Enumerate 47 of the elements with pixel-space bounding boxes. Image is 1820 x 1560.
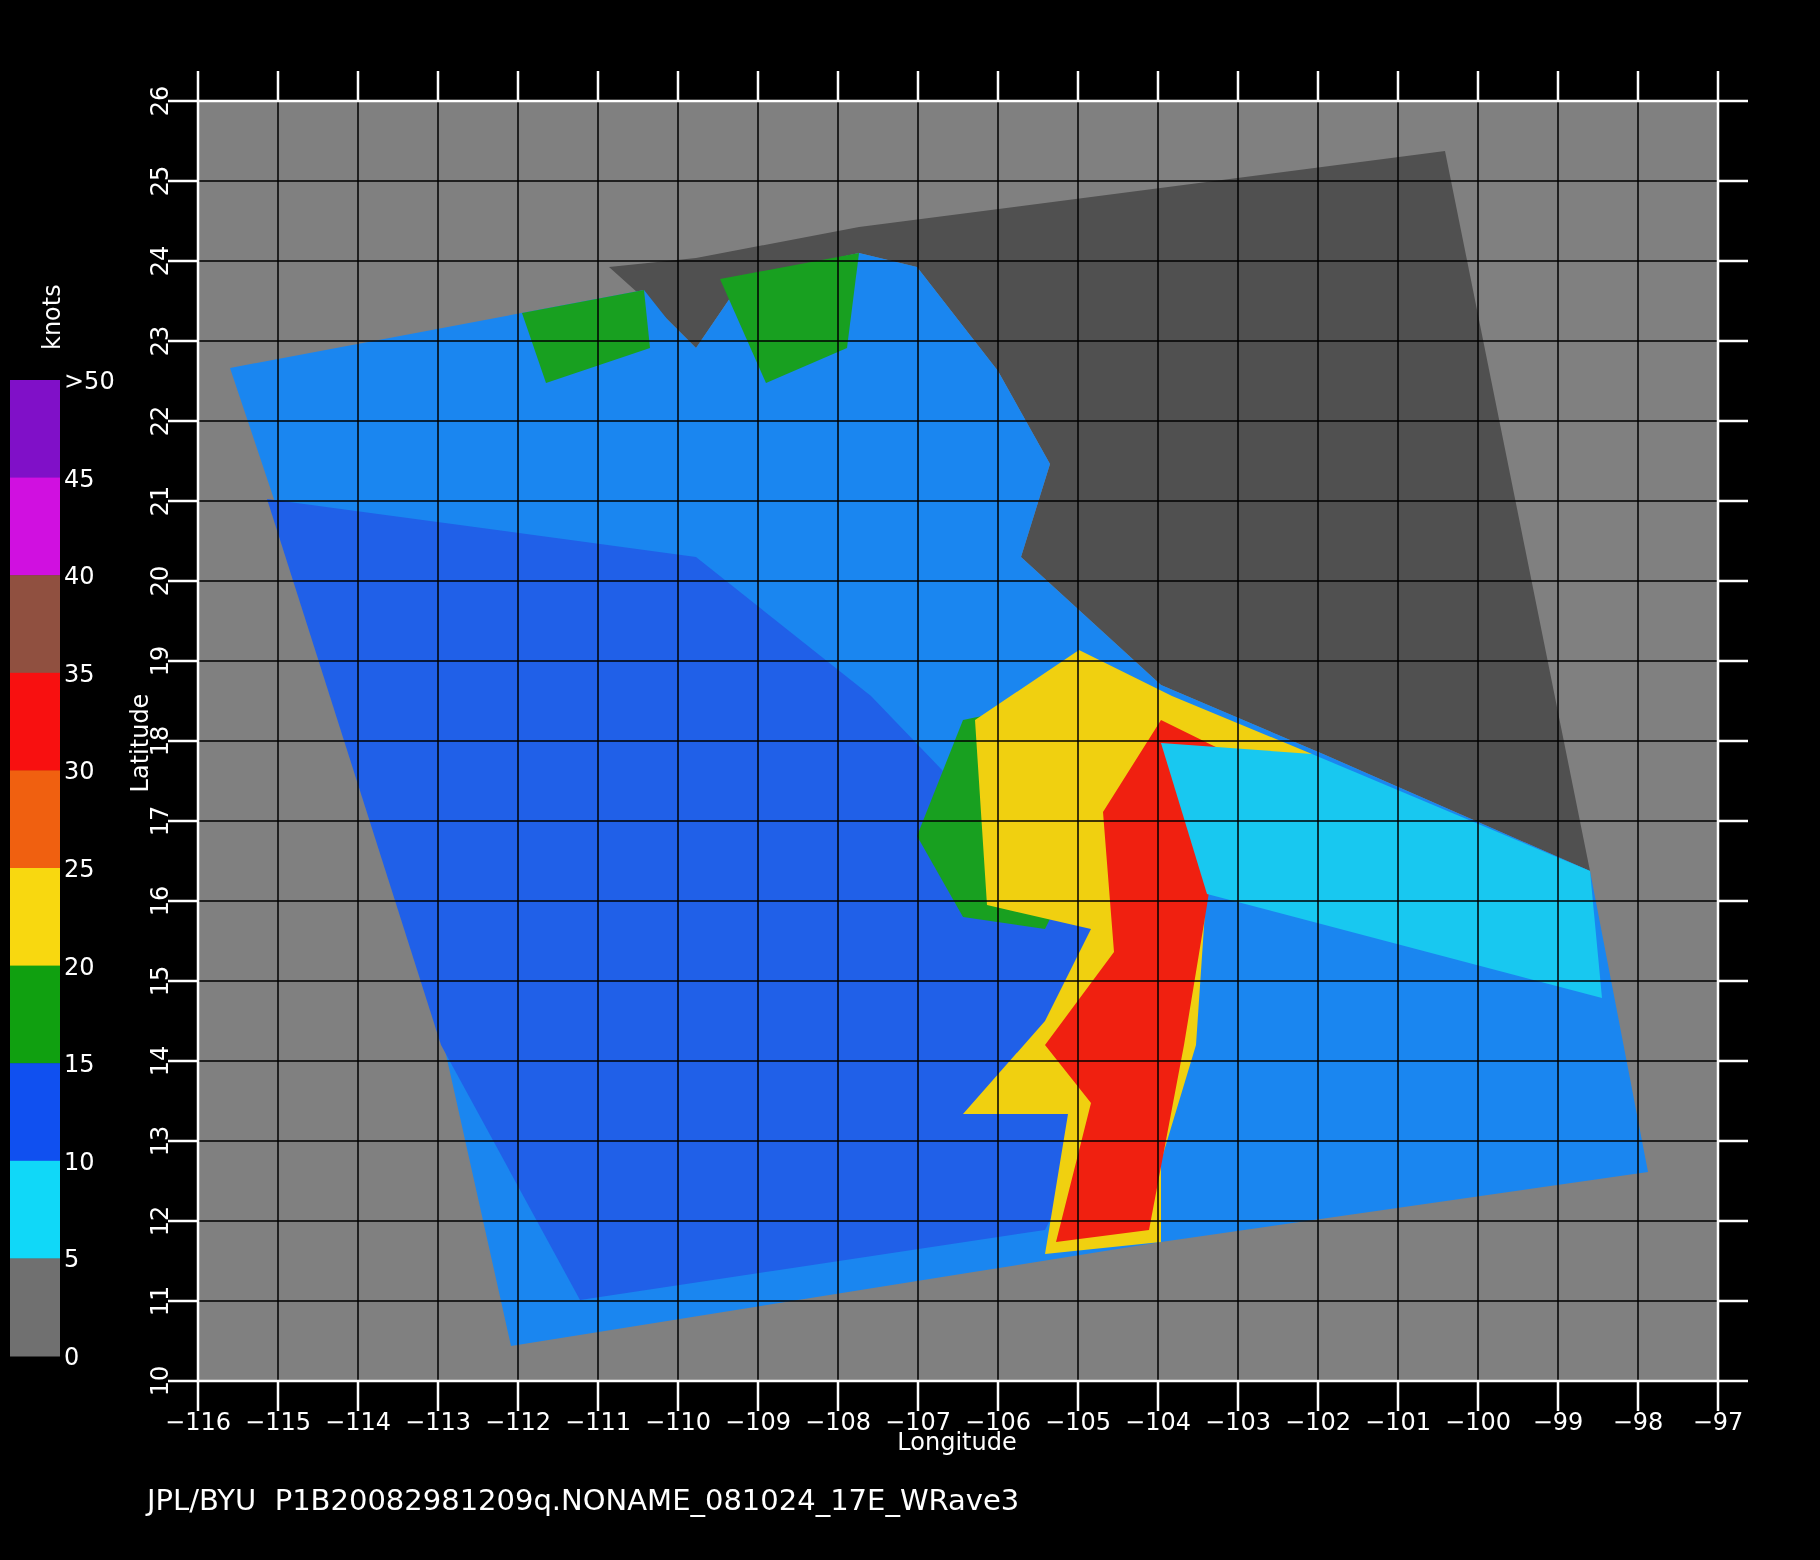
longitude-tick-label: −109 xyxy=(725,1408,791,1436)
latitude-tick-label: 16 xyxy=(146,885,174,917)
longitude-tick-label: −105 xyxy=(1045,1408,1111,1436)
latitude-tick-label: 19 xyxy=(146,645,174,677)
longitude-tick-label: −97 xyxy=(1692,1408,1744,1436)
scale-label: 25 xyxy=(64,855,95,883)
latitude-tick-label: 17 xyxy=(146,805,174,837)
latitude-tick-label: 26 xyxy=(146,85,174,117)
latitude-tick-label: 20 xyxy=(146,565,174,597)
scale-label: 5 xyxy=(64,1245,80,1274)
longitude-tick-label: −111 xyxy=(565,1408,631,1436)
longitude-tick-label: −98 xyxy=(1612,1408,1664,1436)
scale-label: 0 xyxy=(64,1343,80,1371)
latitude-tick-label: 21 xyxy=(146,485,174,517)
scale-label: 10 xyxy=(64,1147,95,1176)
latitude-tick-label: 22 xyxy=(146,405,174,437)
longitude-tick-label: −99 xyxy=(1532,1408,1584,1436)
longitude-tick-label: −108 xyxy=(805,1408,871,1436)
latitude-tick-label: 15 xyxy=(146,965,174,997)
longitude-tick-label: −112 xyxy=(485,1408,551,1436)
scale-label: 45 xyxy=(64,464,95,493)
longitude-tick-label: −102 xyxy=(1285,1408,1351,1436)
scale-label: 15 xyxy=(64,1050,95,1079)
scale-label: 20 xyxy=(64,952,95,981)
longitude-tick-label: −113 xyxy=(405,1408,471,1436)
longitude-tick-label: −101 xyxy=(1365,1408,1431,1436)
latitude-tick-label: 14 xyxy=(146,1045,174,1077)
longitude-tick-label: −110 xyxy=(645,1408,711,1436)
scale-label: 30 xyxy=(64,757,95,786)
latitude-tick-label: 23 xyxy=(146,325,174,357)
latitude-tick-label: 10 xyxy=(146,1365,174,1397)
latitude-tick-label: 12 xyxy=(146,1205,174,1237)
latitude-tick-label: 25 xyxy=(146,165,174,197)
scale-label: 35 xyxy=(64,659,95,688)
latitude-tick-label: 24 xyxy=(146,245,174,277)
longitude-tick-label: −115 xyxy=(245,1408,311,1436)
latitude-tick-label: 11 xyxy=(146,1285,174,1317)
longitude-tick-label: −103 xyxy=(1205,1408,1271,1436)
latitude-tick-label: 13 xyxy=(146,1125,174,1157)
scale-label: 40 xyxy=(64,562,95,591)
longitude-tick-label: −100 xyxy=(1445,1408,1511,1436)
scale-label: >50 xyxy=(64,367,115,395)
longitude-tick-label: −104 xyxy=(1125,1408,1191,1436)
longitude-tick-label: −116 xyxy=(165,1408,231,1436)
image-caption: JPL/BYU P1B20082981209q.NONAME_081024_17E_WRave3 xyxy=(147,1483,1020,1517)
scale-unit-label: knots xyxy=(38,284,66,350)
longitude-tick-label: −114 xyxy=(325,1408,391,1436)
